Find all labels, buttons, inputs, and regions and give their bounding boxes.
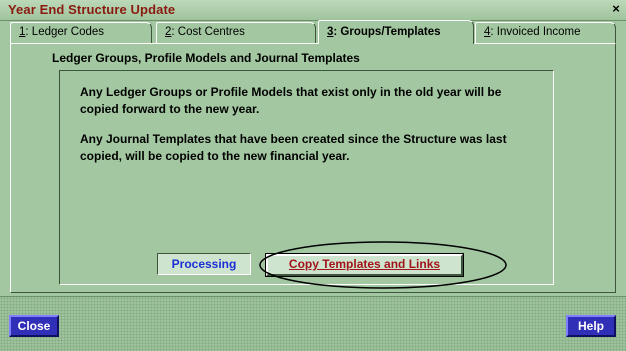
tab-invoiced-income[interactable]: 4: Invoiced Income (475, 22, 616, 43)
tab-label: : Invoiced Income (490, 26, 581, 38)
info-paragraph-templates: Any Journal Templates that have been cre… (80, 132, 507, 163)
processing-status: Processing (157, 253, 251, 275)
year-end-structure-update-window: Year End Structure Update × 1: Ledger Co… (0, 0, 626, 351)
title-bar[interactable]: Year End Structure Update × (0, 0, 626, 21)
tab-label: : Ledger Codes (25, 26, 105, 38)
button-bar (0, 296, 626, 351)
copy-templates-button[interactable]: Copy Templates and Links (265, 253, 464, 277)
close-button[interactable]: Close (9, 315, 59, 337)
close-icon[interactable]: × (608, 2, 624, 16)
tab-ledger-codes[interactable]: 1: Ledger Codes (10, 22, 152, 43)
section-title: Ledger Groups, Profile Models and Journa… (52, 51, 360, 65)
window-title: Year End Structure Update (8, 2, 176, 17)
tab-cost-centres[interactable]: 2: Cost Centres (156, 22, 316, 43)
help-button[interactable]: Help (566, 315, 616, 337)
tab-label: : Groups/Templates (333, 26, 441, 38)
info-paragraph-groups: Any Ledger Groups or Profile Models that… (80, 85, 502, 116)
tab-label: : Cost Centres (171, 26, 245, 38)
tab-groups-templates[interactable]: 3: Groups/Templates (318, 20, 474, 44)
